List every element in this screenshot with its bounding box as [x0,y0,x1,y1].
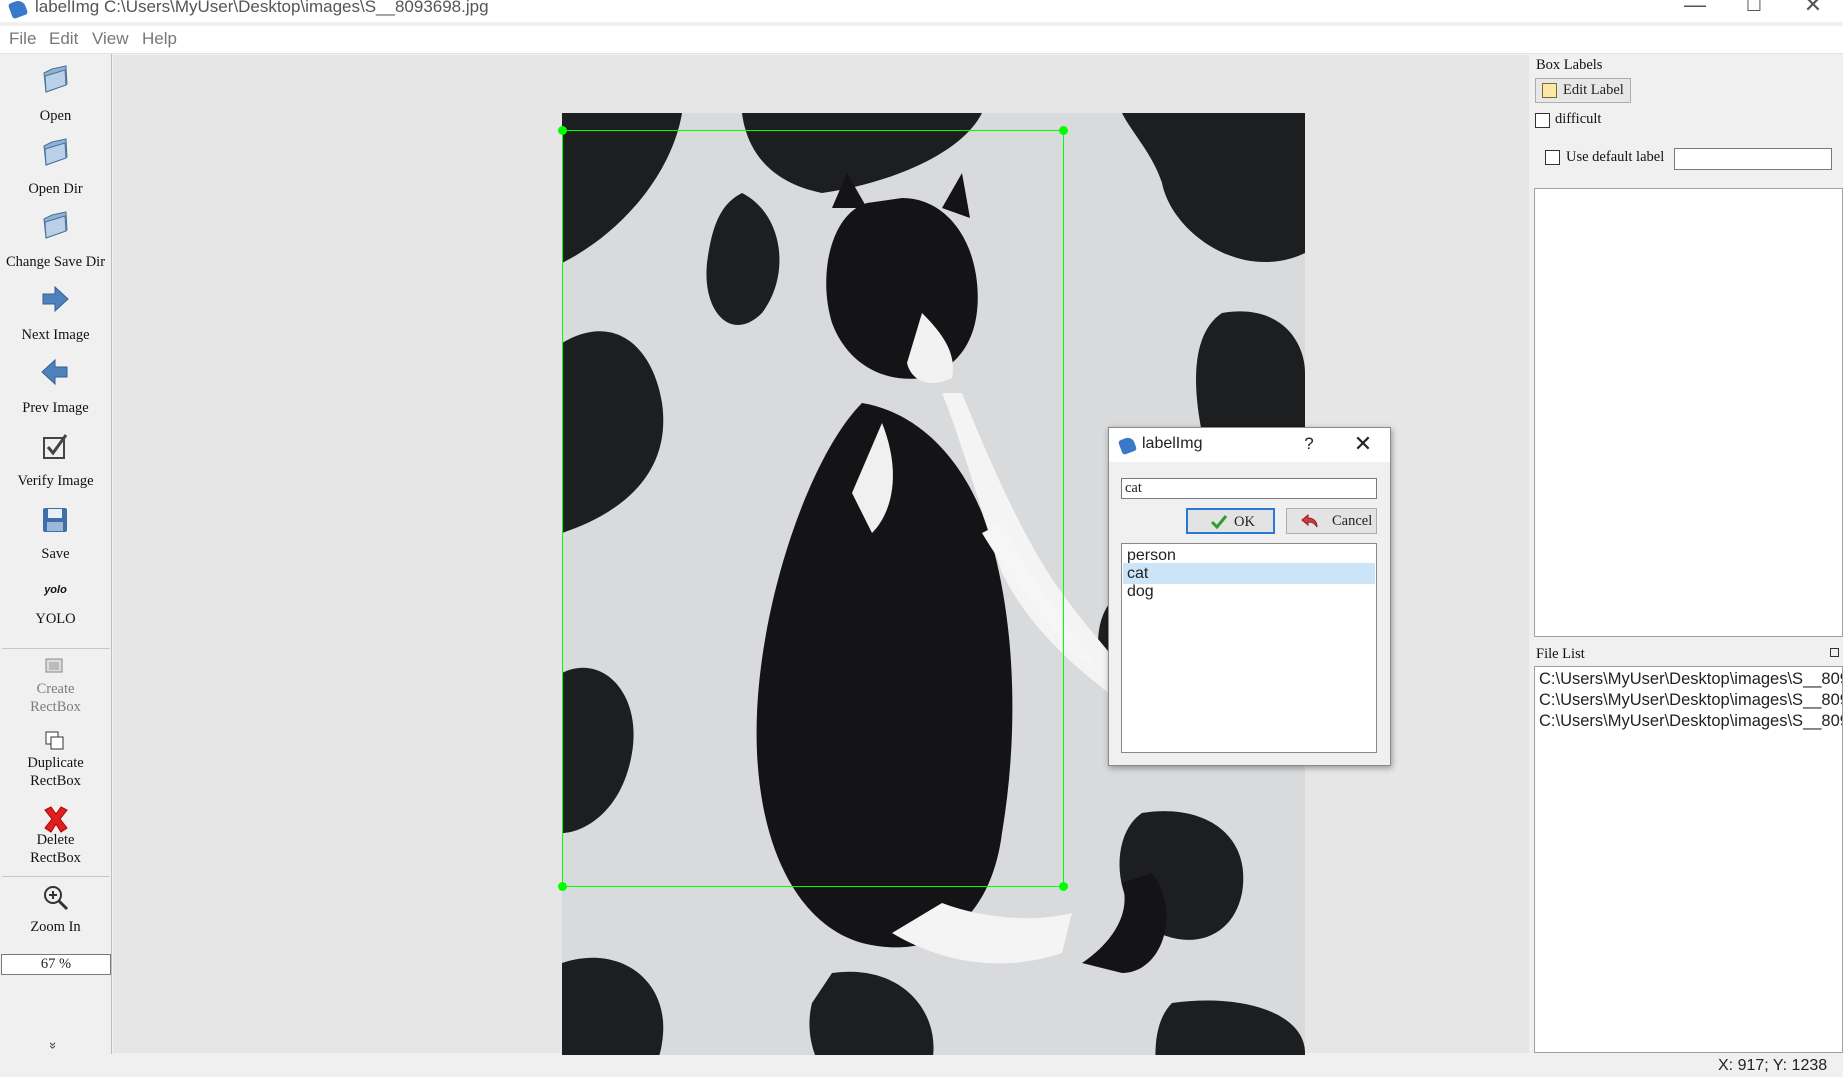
minimize-button[interactable]: — [1666,0,1724,20]
menu-edit[interactable]: Edit [49,29,78,49]
cancel-button[interactable]: Cancel [1286,508,1377,534]
label-list-item[interactable]: dog [1123,581,1375,602]
zoom-in-button[interactable]: Zoom In [0,885,111,945]
bbox-handle-top-right[interactable] [1059,126,1068,135]
duplicate-rectbox-button[interactable]: Duplicate RectBox [0,730,111,800]
menu-file[interactable]: File [9,29,36,49]
status-bar [0,1055,1843,1077]
prev-image-button[interactable]: Prev Image [0,357,111,425]
bbox-handle-bottom-right[interactable] [1059,882,1068,891]
arrow-right-icon [42,285,69,313]
toolbar-overflow-icon[interactable]: » [46,1042,61,1049]
verify-image-button[interactable]: Verify Image [0,432,111,500]
file-list-item[interactable]: C:\Users\MyUser\Desktop\images\S__8093 [1539,670,1842,689]
format-label: YOLO [35,611,76,627]
file-list[interactable]: C:\Users\MyUser\Desktop\images\S__8093 C… [1534,666,1843,1053]
menu-bar: File Edit View Help [0,26,1843,54]
dialog-title: labelImg [1142,435,1203,452]
floppy-disk-icon [43,508,67,532]
file-list-item[interactable]: C:\Users\MyUser\Desktop\images\S__8093 [1539,712,1842,731]
folder-icon [43,138,68,166]
delete-x-icon [44,806,68,833]
prev-image-label: Prev Image [22,400,89,416]
cursor-coordinates: X: 917; Y: 1238 [1718,1057,1828,1074]
dialog-help-button[interactable]: ? [1299,434,1319,454]
box-labels-title: Box Labels [1536,57,1603,73]
bbox-handle-top-left[interactable] [558,126,567,135]
box-label-list[interactable] [1534,188,1843,637]
duplicate-icon [45,731,64,750]
arrow-left-icon [41,358,68,386]
delete-rectbox-button[interactable]: Delete RectBox [0,804,111,878]
label-list[interactable]: person cat dog [1121,543,1377,753]
dialog-close-button[interactable]: ✕ [1351,431,1375,457]
zoom-level-field[interactable]: 67 % [1,954,111,975]
use-default-label-text: Use default label [1566,149,1665,165]
undock-icon[interactable] [1830,648,1839,657]
toolbar-separator [2,876,110,877]
undo-arrow-icon [1301,513,1318,528]
zoom-in-label: Zoom In [30,919,81,935]
labelimg-app-icon [1117,435,1138,456]
delete-rectbox-label: Delete RectBox [30,832,81,866]
create-rectbox-label: Create RectBox [30,681,81,715]
create-rectbox-icon [45,658,63,673]
change-save-dir-label: Change Save Dir [5,254,106,270]
menu-help[interactable]: Help [142,29,177,49]
yolo-icon: yolo [44,584,67,596]
open-dir-label: Open Dir [28,181,83,197]
window-title: labelImg C:\Users\MyUser\Desktop\images\… [35,0,489,16]
maximize-button[interactable]: ☐ [1725,0,1783,20]
title-bar: labelImg C:\Users\MyUser\Desktop\images\… [0,0,1843,22]
save-label: Save [41,546,70,562]
zoom-in-icon [44,886,69,911]
use-default-label-checkbox[interactable] [1545,150,1560,165]
duplicate-rectbox-label: Duplicate RectBox [27,755,84,789]
save-button[interactable]: Save [0,505,111,573]
labelimg-app-icon [7,0,29,20]
file-list-title: File List [1536,646,1585,662]
folder-icon [43,211,68,239]
left-toolbar: Open Open Dir Change Save Dir Next Image… [0,54,112,1054]
format-yolo-button[interactable]: yolo YOLO [0,582,111,650]
difficult-checkbox[interactable] [1535,113,1550,128]
label-input[interactable]: cat [1121,478,1377,499]
default-label-input[interactable] [1674,148,1832,170]
bbox-handle-bottom-left[interactable] [558,882,567,891]
next-image-button[interactable]: Next Image [0,284,111,352]
difficult-label: difficult [1555,111,1602,127]
ok-label: OK [1234,514,1255,530]
edit-label-button[interactable]: Edit Label [1535,78,1631,103]
bounding-box[interactable] [558,126,1068,891]
change-save-dir-button[interactable]: Change Save Dir [0,210,111,280]
menu-view[interactable]: View [92,29,129,49]
open-dir-button[interactable]: Open Dir [0,137,111,207]
label-dialog: labelImg ? ✕ cat OK Cancel person cat do… [1108,427,1391,766]
ok-button[interactable]: OK [1186,508,1275,534]
dialog-title-bar: labelImg ? ✕ [1109,428,1390,462]
next-image-label: Next Image [21,327,90,343]
edit-label-text: Edit Label [1563,82,1624,98]
create-rectbox-button[interactable]: Create RectBox [0,656,111,724]
checkbox-check-icon [43,434,68,459]
folder-icon [43,65,68,93]
toolbar-separator [2,648,110,649]
file-list-item[interactable]: C:\Users\MyUser\Desktop\images\S__8093 [1539,691,1842,710]
cancel-label: Cancel [1332,513,1373,529]
checkmark-icon [1210,515,1228,530]
open-label: Open [39,108,72,124]
open-button[interactable]: Open [0,64,111,134]
verify-image-label: Verify Image [17,473,94,489]
close-button[interactable]: ✕ [1784,0,1842,20]
edit-pencil-icon [1542,83,1557,98]
